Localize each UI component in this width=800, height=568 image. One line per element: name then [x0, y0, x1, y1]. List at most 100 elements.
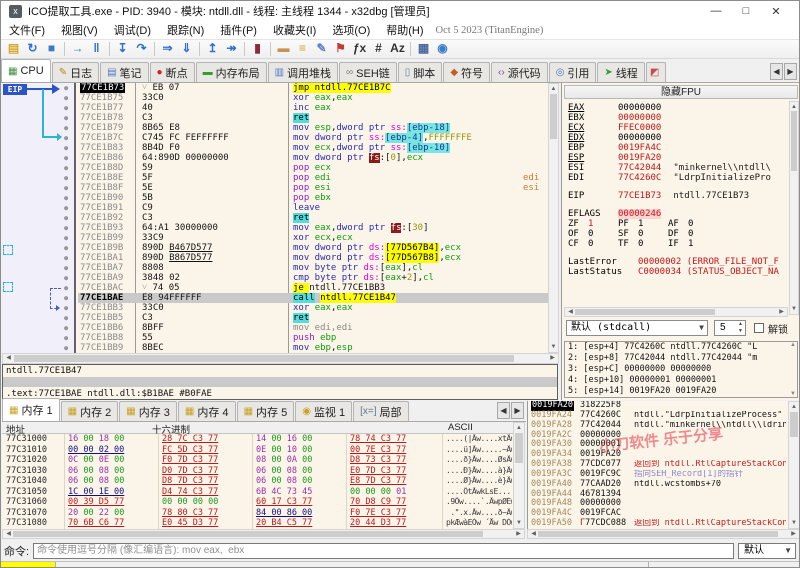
disasm-row[interactable]: ● 77CE1B8E 5F pop edi edi [2, 173, 548, 183]
breakpoint-dot[interactable]: ● [64, 313, 68, 323]
breakpoint-dot[interactable]: ● [64, 323, 68, 333]
disasm-hscrollbar[interactable]: ◀ ▶ [2, 353, 559, 364]
stack-hscrollbar[interactable]: ◀ ▶ [527, 529, 799, 539]
breakpoint-dot[interactable]: ● [64, 83, 68, 93]
disasm-row[interactable]: ● 77CE1BB8 55 push ebp [2, 333, 548, 343]
tab-scroll-left-button[interactable]: ◀ [770, 63, 783, 80]
disasm-row[interactable]: ● 77CE1B9B 890D B467D577 mov dword ptr ds:[… [2, 243, 548, 253]
run-icon[interactable]: → [68, 40, 87, 58]
disasm-row[interactable]: ● 77CE1B90 5B pop ebx [2, 193, 548, 203]
dump-vscrollbar[interactable]: ▲ ▼ [513, 422, 525, 529]
calculator-icon[interactable]: ▦ [414, 40, 433, 58]
breakpoint-dot[interactable]: ● [64, 103, 68, 113]
open-file-icon[interactable]: ▤ [4, 40, 23, 58]
tab-threads[interactable]: ➤ 线程 [597, 62, 645, 82]
close-button[interactable]: ✕ [761, 5, 791, 18]
register-row[interactable]: LastError 00000002 (ERROR_FILE_NOT_F [568, 257, 787, 267]
stop-icon[interactable]: ■ [42, 40, 61, 58]
patches-icon[interactable]: ▬ [274, 40, 293, 58]
function-icon[interactable]: ƒx [350, 40, 369, 58]
menu-item[interactable]: 收藏夹(I) [265, 20, 324, 40]
comment-icon[interactable]: ✎ [312, 40, 331, 58]
breakpoint-dot[interactable]: ● [64, 93, 68, 103]
breakpoint-dot[interactable]: ● [64, 343, 68, 353]
tab-log[interactable]: ✎ 日志 [51, 62, 100, 82]
registers-hscrollbar[interactable]: ◀ ▶ [564, 307, 788, 317]
stack-panel[interactable]: 0019FA20 318225F8 0019FA24 77C4260C ntdll."L… [527, 401, 788, 529]
register-row[interactable]: EBX 00000000 [568, 113, 787, 123]
internet-icon[interactable]: ◉ [433, 40, 452, 58]
step-over-icon[interactable]: ↷ [132, 40, 151, 58]
tab-memory-map[interactable]: ▬ 内存布局 [195, 62, 267, 82]
dump-row[interactable]: 77C31020 0C 00 0E 00 F0 7D C3 77 08 00 0A 0… [2, 455, 513, 466]
disasm-row[interactable]: ● 77CE1BAC ˅ 74 05 je ntdll.77CE1BB3 [2, 283, 548, 293]
disassembly-panel[interactable]: ● 77CE1B73 ˅ EB 07 jmp ntdll.77CE1B7C ● 77CE1… [2, 83, 548, 353]
pause-icon[interactable]: ‖ [87, 40, 106, 58]
register-row[interactable]: LastStatus C0000034 (STATUS_OBJECT_NA [568, 267, 787, 277]
tab-script[interactable]: ▯ 脚本 [397, 62, 443, 82]
disasm-row[interactable]: ● 77CE1B7C C745 FC FEFFFFFF mov dword ptr s… [2, 133, 548, 143]
breakpoint-dot[interactable]: ● [64, 263, 68, 273]
disasm-row[interactable]: ● 77CE1B8F 5E pop esi esi [2, 183, 548, 193]
tab-call-stack[interactable]: ▥ 调用堆栈 [267, 62, 339, 82]
step-out-icon[interactable]: ↥ [203, 40, 222, 58]
tab-dump-4[interactable]: ▦ 内存 4 [177, 401, 236, 421]
disasm-row[interactable]: ● 77CE1BA1 890D B867D577 mov dword ptr ds:[… [2, 253, 548, 263]
tab-dump-1[interactable]: ▦ 内存 1 [2, 398, 60, 421]
maximize-button[interactable]: □ [731, 5, 761, 17]
dump-row[interactable]: 77C31000 16 00 18 00 28 7C C3 77 14 00 16 0… [2, 434, 513, 445]
arguments-view[interactable]: 1: [esp+4] 77C4260C ntdll.77C4260C "L 2: … [564, 341, 798, 398]
breakpoint-dot[interactable]: ● [64, 203, 68, 213]
tab-symbols[interactable]: ◆ 符号 [443, 62, 491, 82]
argument-row[interactable]: 2: [esp+8] 77C42044 ntdll.77C42044 "m [565, 353, 797, 364]
args-scroll-up-icon[interactable]: ▲ [790, 342, 796, 348]
breakpoint-dot[interactable]: ● [64, 113, 68, 123]
stepper-arrows-icon[interactable]: ▲ ▼ [738, 321, 743, 335]
disasm-vscrollbar[interactable]: ▲ ▼ [548, 83, 559, 353]
argument-row[interactable]: 1: [esp+4] 77C4260C ntdll.77C4260C "L [565, 342, 797, 353]
disasm-row[interactable]: ● 77CE1B78 C3 ret [2, 113, 548, 123]
tab-cpu[interactable]: ▦ CPU [1, 59, 51, 82]
tab-dump-2[interactable]: ▦ 内存 2 [60, 401, 119, 421]
tab-references[interactable]: ◎ 引用 [548, 62, 597, 82]
disasm-row[interactable]: ● 77CE1B92 C3 ret [2, 213, 548, 223]
breakpoint-dot[interactable]: ● [64, 153, 68, 163]
restart-icon[interactable]: ↻ [23, 40, 42, 58]
disasm-row[interactable]: ● 77CE1B99 33C9 xor ecx,ecx [2, 233, 548, 243]
register-row[interactable]: CF 0 TF 0 IF 1 [568, 239, 787, 249]
breakpoint-dot[interactable]: ● [64, 193, 68, 203]
menu-item[interactable]: 调试(D) [106, 20, 159, 40]
disasm-row[interactable]: ● 77CE1BB5 C3 ret [2, 313, 548, 323]
register-row[interactable]: ZF 1 PF 1 AF 0 [568, 219, 787, 229]
calling-convention-select[interactable]: 默认 (stdcall) ▼ [566, 320, 708, 336]
disasm-row[interactable]: ● 77CE1B75 33C0 xor eax,eax [2, 93, 548, 103]
register-row[interactable]: OF 0 SF 0 DF 0 [568, 229, 787, 239]
tab-breakpoints[interactable]: ● 断点 [149, 62, 195, 82]
tab-source[interactable]: ‹› 源代码 [491, 62, 548, 82]
breakpoint-dot[interactable]: ● [64, 183, 68, 193]
dump-panel[interactable]: 77C31000 16 00 18 00 28 7C C3 77 14 00 16 0… [2, 434, 513, 529]
disasm-row[interactable]: ● 77CE1BB6 8BFF mov edi,edi [2, 323, 548, 333]
breakpoint-dot[interactable]: ● [64, 243, 68, 253]
stack-row[interactable]: 0019FA50 Γ77CDC088 返回到 ntdll.RtlCaptureSta… [528, 518, 788, 529]
memtab-scroll-left-button[interactable]: ◀ [497, 402, 510, 419]
tab-watch-1[interactable]: ◉ 监视 1 [295, 401, 353, 421]
command-profile-select[interactable]: 默认 ▼ [738, 542, 796, 559]
menu-item[interactable]: 选项(O) [324, 20, 378, 40]
breakpoint-dot[interactable]: ● [64, 273, 68, 283]
tab-seh[interactable]: ∞ SEH链 [339, 62, 397, 82]
tab-dump-5[interactable]: ▦ 内存 5 [236, 401, 295, 421]
breakpoint-dot[interactable]: ● [64, 233, 68, 243]
minimize-button[interactable]: — [701, 5, 731, 17]
disasm-row[interactable]: ● 77CE1B8D 59 pop ecx [2, 163, 548, 173]
step-into-icon[interactable]: ↧ [113, 40, 132, 58]
run-to-user-code-icon[interactable]: ↠ [222, 40, 241, 58]
disasm-row[interactable]: ● 77CE1B73 ˅ EB 07 jmp ntdll.77CE1B7C [2, 83, 548, 93]
register-row[interactable]: ESI 77C42044 "minkernel\\ntdll\ [568, 163, 787, 173]
register-row[interactable]: EIP 77CE1B73 ntdll.77CE1B73 [568, 191, 787, 201]
run-to-return-icon[interactable]: ⇒ [158, 40, 177, 58]
hide-fpu-button[interactable]: 隐藏FPU [564, 85, 798, 99]
register-row[interactable]: EAX 00000000 [568, 103, 787, 113]
dump-row[interactable]: 77C31060 00 39 D5 77 00 00 00 00 60 17 C3 7… [2, 497, 513, 508]
command-input[interactable] [33, 542, 734, 559]
